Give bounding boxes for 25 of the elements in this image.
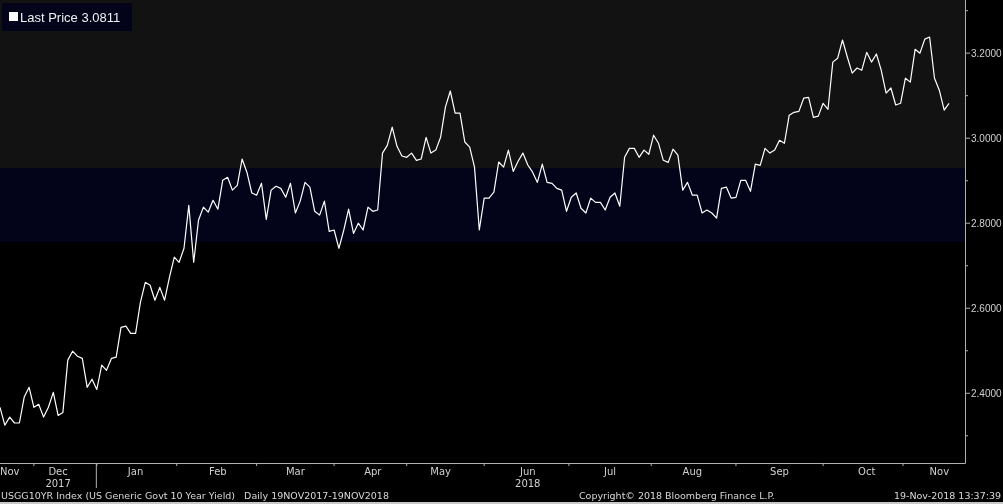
axis-label: Mar xyxy=(285,466,305,477)
axis-label: Sep xyxy=(770,466,789,477)
axis-label: Dec xyxy=(48,466,68,477)
axis-label: 3.2000 xyxy=(971,48,1002,60)
axis-label: Aug xyxy=(682,466,703,477)
security-description: USGG10YR Index (US Generic Govt 10 Year Yield) xyxy=(1,490,236,501)
axis-label: Oct xyxy=(858,466,876,477)
axis-label: Nov xyxy=(0,466,20,477)
axis-label: Nov xyxy=(929,466,950,477)
axis-label: 3.0000 xyxy=(971,133,1002,145)
timestamp: 19-Nov-2018 13:37:39 xyxy=(893,490,1001,501)
axis-label: 2.6000 xyxy=(971,303,1002,315)
year-label: 2018 xyxy=(515,478,541,489)
axis-label: Feb xyxy=(209,466,227,477)
axis-label: Apr xyxy=(364,466,382,477)
copyright-notice: Copyright© 2018 Bloomberg Finance L.P. xyxy=(578,490,775,501)
axis-label: Jan xyxy=(127,466,144,477)
axis-label: Jul xyxy=(604,466,617,477)
axis-label: 2.8000 xyxy=(971,218,1002,230)
axis-label: Jun xyxy=(519,466,536,477)
year-label: 2017 xyxy=(45,478,71,489)
date-range: Daily 19NOV2017-19NOV2018 xyxy=(244,490,389,501)
legend-label: Last Price 3.0811 xyxy=(20,10,121,25)
axis-label: 2.4000 xyxy=(971,388,1002,400)
axis-label: May xyxy=(430,466,451,477)
